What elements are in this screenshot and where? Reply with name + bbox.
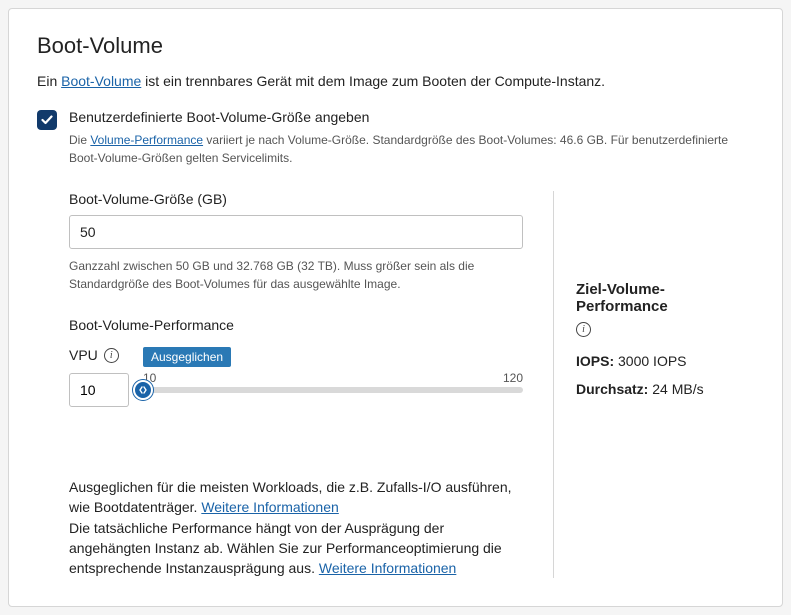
target-info-row: i	[576, 319, 754, 337]
vpu-label: VPU	[69, 347, 98, 363]
target-performance-heading: Ziel-Volume-Performance	[576, 281, 754, 315]
iops-value: 3000 IOPS	[614, 353, 686, 369]
vpu-slider-thumb[interactable]	[133, 380, 153, 400]
form-right: Ziel-Volume-Performance i IOPS: 3000 IOP…	[554, 191, 754, 578]
vpu-input[interactable]	[69, 373, 129, 407]
boot-volume-panel: Boot-Volume Ein Boot-Volume ist ein tren…	[8, 8, 783, 607]
throughput-value: 24 MB/s	[648, 381, 703, 397]
slider-column: Ausgeglichen 10 120	[143, 347, 523, 393]
intro-prefix: Ein	[37, 73, 61, 89]
drag-handle-icon	[138, 385, 148, 395]
size-helper: Ganzzahl zwischen 50 GB und 32.768 GB (3…	[69, 257, 523, 293]
balance-badge: Ausgeglichen	[143, 347, 231, 367]
size-label: Boot-Volume-Größe (GB)	[69, 191, 523, 207]
performance-section: Boot-Volume-Performance VPU i Ausgeglich…	[69, 317, 523, 578]
vpu-info-icon[interactable]: i	[104, 348, 119, 363]
intro-text: Ein Boot-Volume ist ein trennbares Gerät…	[37, 73, 754, 89]
iops-key: IOPS:	[576, 353, 614, 369]
target-info-icon[interactable]: i	[576, 322, 591, 337]
vpu-label-row: VPU i	[69, 347, 129, 363]
custom-size-sub-prefix: Die	[69, 133, 90, 147]
custom-size-row: Benutzerdefinierte Boot-Volume-Größe ang…	[37, 109, 754, 167]
vpu-slider[interactable]	[143, 387, 523, 393]
perf-more-info-link-1[interactable]: Weitere Informationen	[201, 499, 338, 515]
section-title: Boot-Volume	[37, 33, 754, 59]
checkmark-icon	[41, 115, 53, 125]
throughput-key: Durchsatz:	[576, 381, 648, 397]
custom-size-sub: Die Volume-Performance variiert je nach …	[69, 131, 754, 167]
iops-row: IOPS: 3000 IOPS	[576, 353, 754, 369]
custom-size-checkbox[interactable]	[37, 110, 57, 130]
throughput-row: Durchsatz: 24 MB/s	[576, 381, 754, 397]
volume-performance-link[interactable]: Volume-Performance	[90, 133, 203, 147]
vpu-column: VPU i	[69, 347, 129, 407]
form-body: Boot-Volume-Größe (GB) Ganzzahl zwischen…	[37, 191, 754, 578]
form-left: Boot-Volume-Größe (GB) Ganzzahl zwischen…	[69, 191, 554, 578]
vpu-row: VPU i Ausgeglichen 10 120	[69, 347, 523, 407]
boot-volume-size-input[interactable]	[69, 215, 523, 249]
intro-suffix: ist ein trennbares Gerät mit dem Image z…	[141, 73, 605, 89]
custom-size-label: Benutzerdefinierte Boot-Volume-Größe ang…	[69, 109, 754, 125]
slider-max-label: 120	[503, 371, 523, 385]
slider-ticks: 10 120	[143, 371, 523, 385]
target-heading-text: Ziel-Volume-Performance	[576, 281, 754, 315]
custom-size-content: Benutzerdefinierte Boot-Volume-Größe ang…	[69, 109, 754, 167]
performance-description: Ausgeglichen für die meisten Workloads, …	[69, 477, 523, 578]
performance-label: Boot-Volume-Performance	[69, 317, 523, 333]
boot-volume-link[interactable]: Boot-Volume	[61, 73, 141, 89]
